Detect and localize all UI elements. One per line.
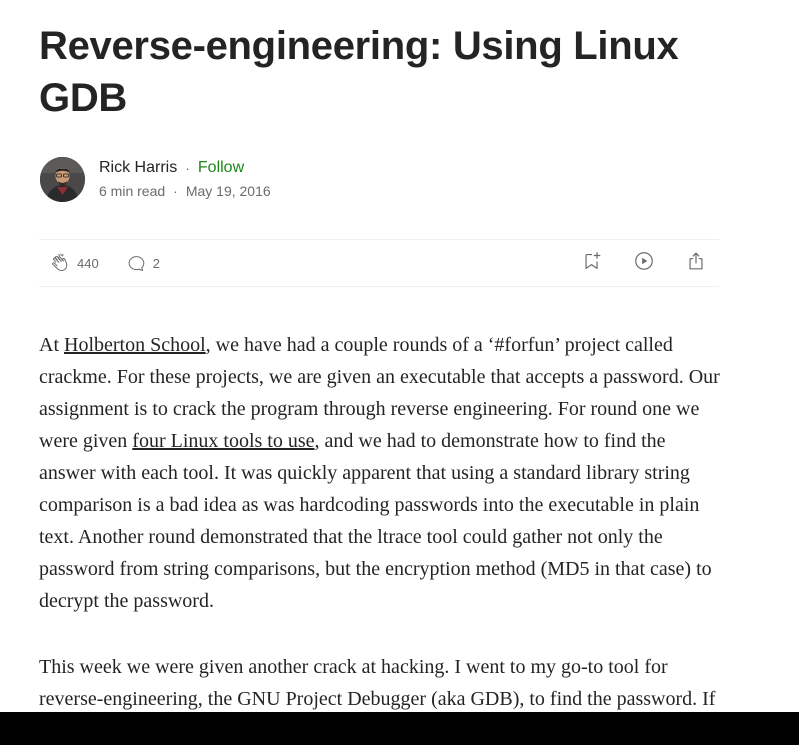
response-count: 2 — [152, 255, 160, 271]
article-body: At Holberton School, we have had a coupl… — [39, 329, 721, 745]
author-name-row: Rick Harris · Follow — [99, 157, 271, 179]
paragraph-text: At — [39, 334, 64, 356]
author-name[interactable]: Rick Harris — [99, 157, 177, 179]
article-action-bar: 440 2 — [39, 239, 719, 287]
bottom-overlay-bar — [0, 712, 799, 745]
author-meta: Rick Harris · Follow 6 min read · May 19… — [99, 157, 271, 201]
comment-icon — [125, 252, 147, 274]
responses-button[interactable]: 2 — [125, 252, 160, 274]
follow-button[interactable]: Follow — [198, 157, 244, 179]
article-page: Reverse-engineering: Using Linux GDB Ric… — [0, 0, 799, 745]
separator-dot: · — [173, 183, 178, 199]
engagement-group: 440 2 — [49, 240, 160, 286]
paragraph-text: , and we had to demonstrate how to find … — [39, 430, 712, 612]
article-title: Reverse-engineering: Using Linux GDB — [39, 24, 679, 120]
listen-button[interactable] — [633, 250, 655, 277]
paragraph: This week we were given another crack at… — [39, 656, 716, 710]
share-button[interactable] — [685, 250, 707, 277]
utility-group — [551, 240, 707, 286]
play-listen-icon — [633, 250, 655, 277]
clap-icon — [49, 252, 71, 274]
publish-date: May 19, 2016 — [185, 183, 271, 199]
holberton-school-link[interactable]: Holberton School — [64, 334, 206, 356]
article-meta-row: 6 min read · May 19, 2016 — [99, 181, 271, 201]
separator-dot: · — [185, 160, 190, 176]
avatar-photo — [40, 156, 85, 202]
clap-button[interactable]: 440 — [49, 252, 99, 274]
paragraph: At Holberton School, we have had a coupl… — [39, 329, 721, 617]
author-avatar[interactable] — [40, 156, 85, 202]
save-button[interactable] — [581, 250, 603, 277]
clap-count: 440 — [77, 255, 99, 271]
linux-tools-link[interactable]: four Linux tools to use — [132, 430, 314, 452]
author-byline: Rick Harris · Follow 6 min read · May 19… — [40, 156, 271, 202]
read-time: 6 min read — [99, 183, 166, 199]
bookmark-add-icon — [581, 250, 603, 277]
share-icon — [685, 250, 707, 277]
